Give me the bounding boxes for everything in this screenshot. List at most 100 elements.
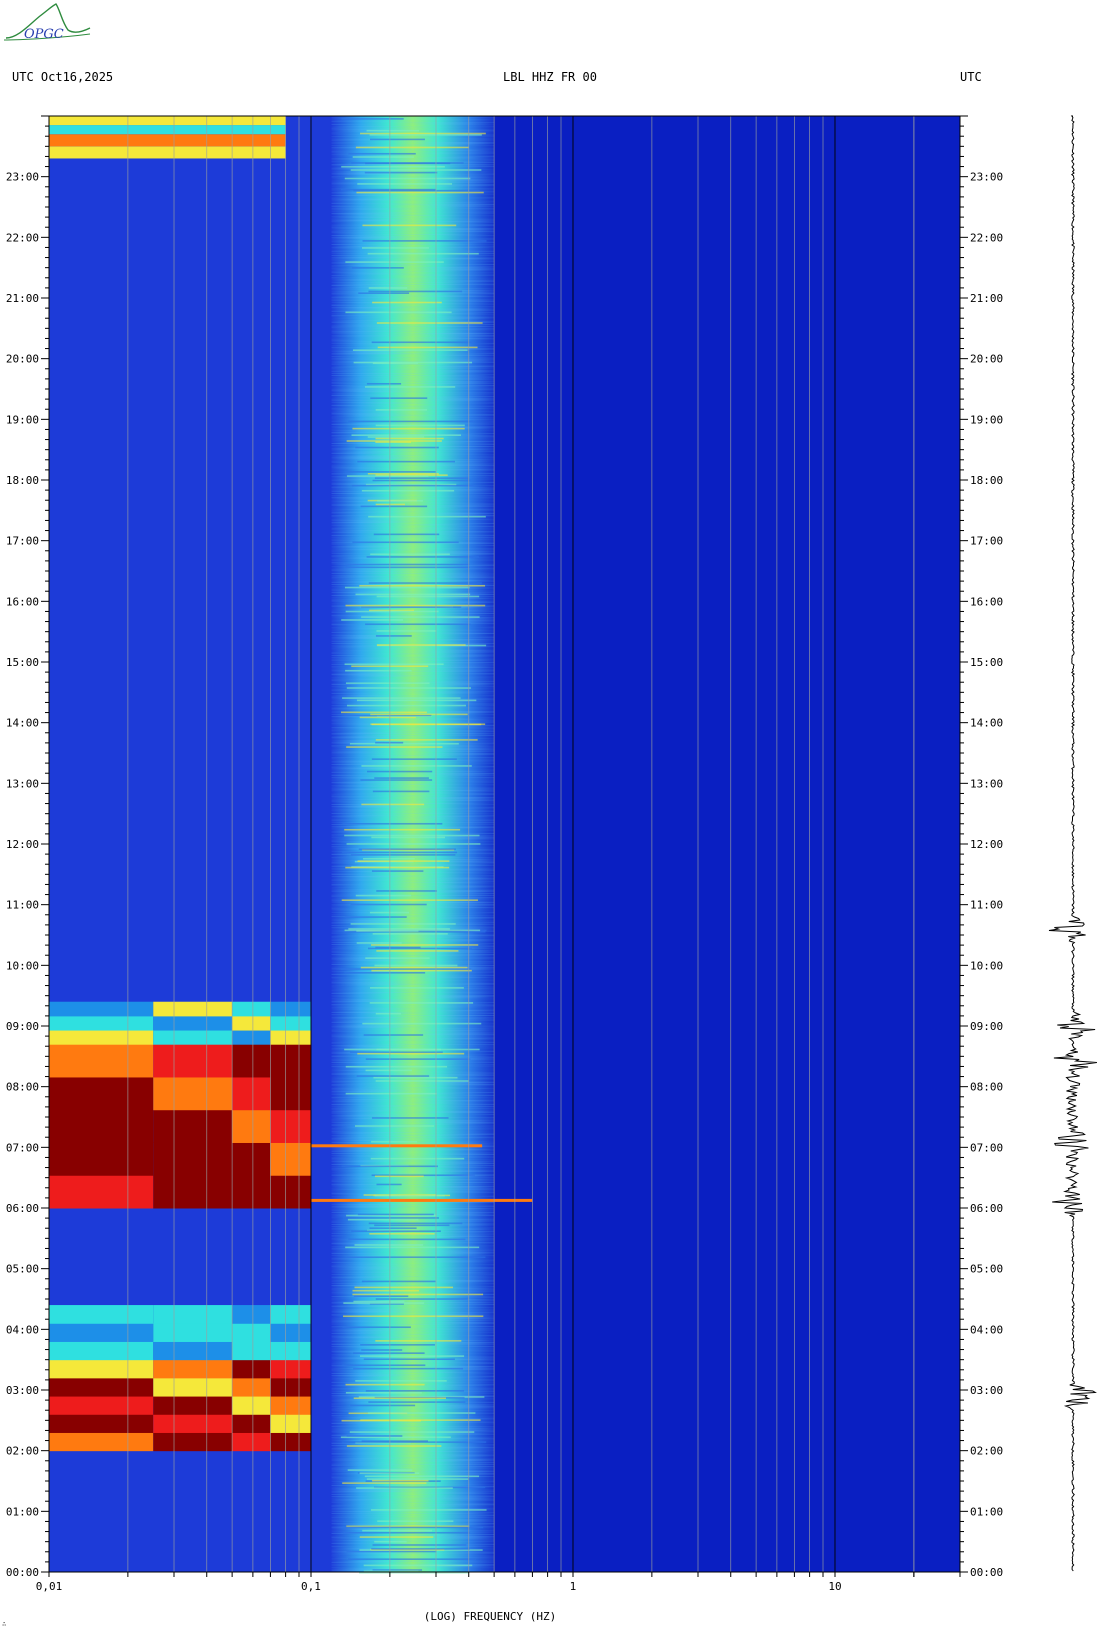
microseism-streak [375, 741, 404, 744]
microseism-streak [361, 616, 480, 618]
microseism-streak [374, 777, 429, 779]
time-tick-label-left: 15:00 [6, 656, 39, 669]
event-energy-block [270, 1305, 311, 1324]
event-energy-block [153, 1432, 233, 1452]
microseism-streak [371, 870, 424, 872]
microseism-streak [345, 1391, 422, 1394]
microseism-streak [355, 593, 471, 596]
time-tick-label-right: 04:00 [970, 1323, 1003, 1336]
microseism-streak [341, 899, 478, 901]
microseism-streak [353, 1352, 425, 1354]
microseism-streak [371, 341, 475, 344]
microseism-streak [371, 723, 482, 726]
microseism-streak [349, 1431, 475, 1433]
spectrogram-figure: 00:00 01:00 02:00 03:00 04:00 05:00 06:00 07:00… [6, 115, 1097, 1623]
time-tick-label-left: 13:00 [6, 777, 39, 790]
microseism-streak [345, 261, 444, 263]
microseism-streak [360, 966, 468, 969]
microseism-streak [370, 1157, 465, 1160]
event-energy-block [49, 1001, 154, 1017]
event-energy-block [232, 1359, 271, 1379]
microseism-streak [351, 267, 404, 269]
late-day-energy-band [49, 146, 286, 159]
frequency-tick-label: 1 [570, 1580, 577, 1593]
time-tick-label-left: 14:00 [6, 717, 39, 730]
microseism-streak [374, 1540, 407, 1543]
microseism-streak [353, 1300, 405, 1303]
microseism-streak [357, 183, 453, 185]
event-energy-block [270, 1396, 311, 1415]
microseism-streak [372, 1544, 467, 1546]
microseism-streak [356, 191, 484, 194]
microseism-streak [362, 1022, 482, 1025]
event-energy-block [270, 1076, 311, 1111]
time-tick-label-left: 01:00 [6, 1505, 39, 1518]
microseism-streak [376, 1183, 402, 1186]
microseism-streak [353, 1397, 446, 1400]
microseism-streak [344, 828, 461, 831]
microseism-streak [364, 171, 438, 174]
microseism-streak [374, 1224, 450, 1227]
microseism-streak [371, 758, 457, 760]
event-energy-block [270, 1001, 311, 1017]
microseism-streak [353, 1295, 409, 1297]
time-tick-label-right: 18:00 [970, 474, 1003, 487]
microseism-streak [368, 515, 486, 518]
microseism-streak [365, 1058, 471, 1060]
microseism-streak [344, 177, 471, 180]
event-energy-block [153, 1076, 233, 1111]
event-energy-block [49, 1341, 154, 1361]
time-tick-label-right: 20:00 [970, 353, 1003, 366]
microseism-streak [355, 1380, 447, 1382]
time-tick-label-left: 10:00 [6, 959, 39, 972]
microseism-streak [369, 134, 482, 136]
microseism-streak [358, 292, 410, 294]
microseism-streak [360, 132, 486, 135]
microseism-streak [375, 635, 412, 637]
frequency-tick-label: 0,01 [36, 1580, 63, 1593]
event-energy-block [232, 1175, 271, 1209]
event-energy-block [232, 1030, 271, 1045]
microseism-streak [359, 1536, 434, 1538]
microseism-streak [369, 1233, 435, 1235]
microseism-streak [365, 1069, 412, 1072]
microseism-streak [372, 301, 442, 304]
microseism-streak [357, 460, 455, 463]
microseism-streak [342, 1526, 484, 1529]
event-tail [310, 1198, 533, 1202]
microseism-streak [368, 1401, 466, 1403]
microseism-streak [363, 1034, 424, 1036]
event-energy-block [232, 1414, 271, 1433]
microseism-streak [360, 606, 462, 609]
microseism-streak [350, 854, 456, 856]
microseism-streak [340, 188, 436, 191]
time-tick-label-left: 04:00 [6, 1323, 39, 1336]
time-tick-label-left: 00:00 [6, 1566, 39, 1579]
microseism-streak [351, 434, 462, 437]
event-energy-block [49, 1377, 154, 1397]
microseism-streak [366, 556, 479, 558]
event-energy-block [153, 1044, 233, 1078]
time-tick-label-right: 08:00 [970, 1081, 1003, 1094]
microseism-streak [352, 541, 459, 544]
microseism-streak [352, 349, 468, 351]
microseism-streak [341, 118, 404, 120]
time-tick-label-right: 12:00 [970, 838, 1003, 851]
microseism-streak [345, 1092, 437, 1095]
time-tick-label-right: 09:00 [970, 1020, 1003, 1033]
time-tick-label-left: 09:00 [6, 1020, 39, 1033]
time-tick-label-right: 22:00 [970, 231, 1003, 244]
late-day-energy-band [49, 116, 286, 126]
event-energy-block [270, 1377, 311, 1397]
microseism-streak [346, 1435, 403, 1437]
microseism-streak [360, 779, 433, 781]
event-energy-block [232, 1432, 271, 1452]
microseism-streak [372, 790, 430, 793]
event-energy-block [270, 1142, 311, 1176]
time-tick-label-left: 07:00 [6, 1141, 39, 1154]
microseism-streak [353, 1367, 464, 1370]
event-energy-block [49, 1359, 154, 1379]
microseism-streak [369, 1002, 474, 1004]
event-energy-block [49, 1305, 154, 1324]
microseism-streak [362, 1529, 433, 1532]
